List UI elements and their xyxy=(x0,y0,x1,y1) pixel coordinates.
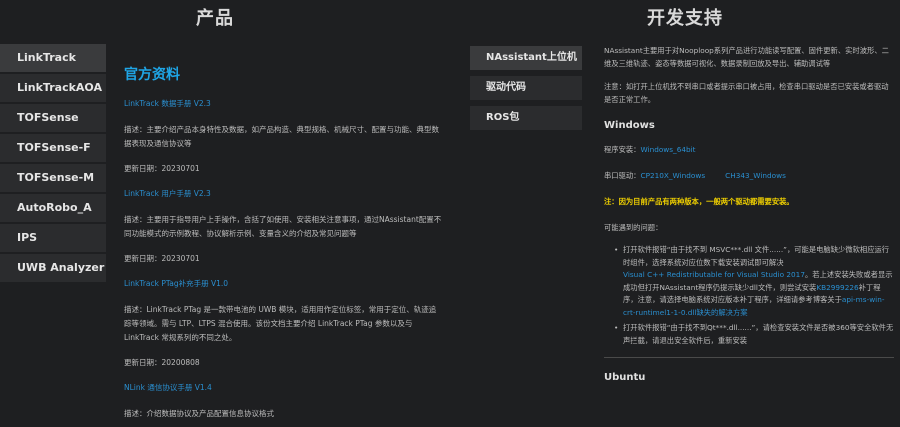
docs-heading: 官方资料 xyxy=(124,67,180,83)
doc-description: 描述：LinkTrack PTag 是一款带电池的 UWB 模块，适用用作定位标… xyxy=(124,305,437,342)
doc-description: 描述：主要介绍产品本身特性及数据，如产品构造、典型规格、机械尺寸、配置与功能、典… xyxy=(124,125,439,148)
port-note: 注意：如打开上位机找不到串口或者提示串口被占用，检查串口驱动是否已安装或者驱动是… xyxy=(604,82,889,104)
install-row: 程序安装：Windows_64bit xyxy=(604,145,900,155)
kb2999226-link[interactable]: KB2999226 xyxy=(816,283,858,292)
list-item: 打开软件报错“由于找不到 MSVC***.dll 文件......”，可能是电脑… xyxy=(614,244,900,319)
problems-heading: 可能遇到的问题： xyxy=(604,223,663,232)
dev-support-content: NAssistant主要用于对Nooploop系列产品进行功能读写配置、固件更新… xyxy=(604,44,900,427)
sidebar-item-uwb-analyzer[interactable]: UWB Analyzer xyxy=(0,254,106,282)
doc-date: 更新日期：20230701 xyxy=(124,254,200,263)
driver-row: 串口驱动：CP210X_Windows CH343_Windows xyxy=(604,171,900,181)
doc-date: 更新日期：20230701 xyxy=(124,164,200,173)
dev-nav-ros-package[interactable]: ROS包 xyxy=(470,106,582,130)
sidebar-item-autorobo-a[interactable]: AutoRobo_A xyxy=(0,194,106,222)
doc-description: 描述：介绍数据协议及产品配置信息协议格式 xyxy=(124,409,274,418)
sidebar-item-linktrack[interactable]: LinkTrack xyxy=(0,44,106,72)
windows-64bit-link[interactable]: Windows_64bit xyxy=(640,145,695,154)
cp210x-driver-link[interactable]: CP210X_Windows xyxy=(640,171,705,180)
dev-nav-driver-code[interactable]: 驱动代码 xyxy=(470,76,582,100)
sidebar-item-tofsense[interactable]: TOFSense xyxy=(0,104,106,132)
sidebar-item-linktrackaoa[interactable]: LinkTrackAOA xyxy=(0,74,106,102)
ubuntu-heading: Ubuntu xyxy=(604,372,646,383)
products-title: 产品 xyxy=(196,8,234,29)
nassistant-intro: NAssistant主要用于对Nooploop系列产品进行功能读写配置、固件更新… xyxy=(604,46,889,68)
sidebar-item-tofsense-m[interactable]: TOFSense-M xyxy=(0,164,106,192)
doc-description: 描述：主要用于指导用户上手操作，含括了如使用、安装相关注意事项，通过NAssis… xyxy=(124,215,442,238)
ch343-driver-link[interactable]: CH343_Windows xyxy=(725,171,786,180)
product-sidebar: LinkTrack LinkTrackAOA TOFSense TOFSense… xyxy=(0,44,106,284)
dev-support-nav: NAssistant上位机 驱动代码 ROS包 xyxy=(470,46,582,136)
problem-list: 打开软件报错“由于找不到 MSVC***.dll 文件......”，可能是电脑… xyxy=(604,244,900,347)
dev-support-title: 开发支持 xyxy=(647,8,723,29)
doc-link[interactable]: NLink 通信协议手册 V1.4 xyxy=(124,382,442,393)
windows-heading: Windows xyxy=(604,120,655,131)
doc-link[interactable]: LinkTrack 用户手册 V2.3 xyxy=(124,188,442,199)
install-label: 程序安装： xyxy=(604,145,641,154)
doc-date: 更新日期：20200808 xyxy=(124,358,200,367)
divider xyxy=(604,357,894,358)
vc-redist-link[interactable]: Visual C++ Redistributable for Visual St… xyxy=(623,270,805,279)
doc-link[interactable]: LinkTrack PTag补充手册 V1.0 xyxy=(124,278,442,289)
sidebar-item-ips[interactable]: IPS xyxy=(0,224,106,252)
doc-link[interactable]: LinkTrack 数据手册 V2.3 xyxy=(124,98,442,109)
sidebar-item-tofsense-f[interactable]: TOFSense-F xyxy=(0,134,106,162)
dev-nav-nassistant[interactable]: NAssistant上位机 xyxy=(470,46,582,70)
driver-warning: 注：因为目前产品有两种版本，一般两个驱动都需要安装。 xyxy=(604,197,794,206)
driver-label: 串口驱动： xyxy=(604,171,641,180)
official-docs-panel: 官方资料 LinkTrack 数据手册 V2.3 描述：主要介绍产品本身特性及数… xyxy=(112,44,442,427)
list-item: 打开软件报错“由于找不到Qt***.dll......”，请检查安装文件是否被3… xyxy=(614,322,900,347)
